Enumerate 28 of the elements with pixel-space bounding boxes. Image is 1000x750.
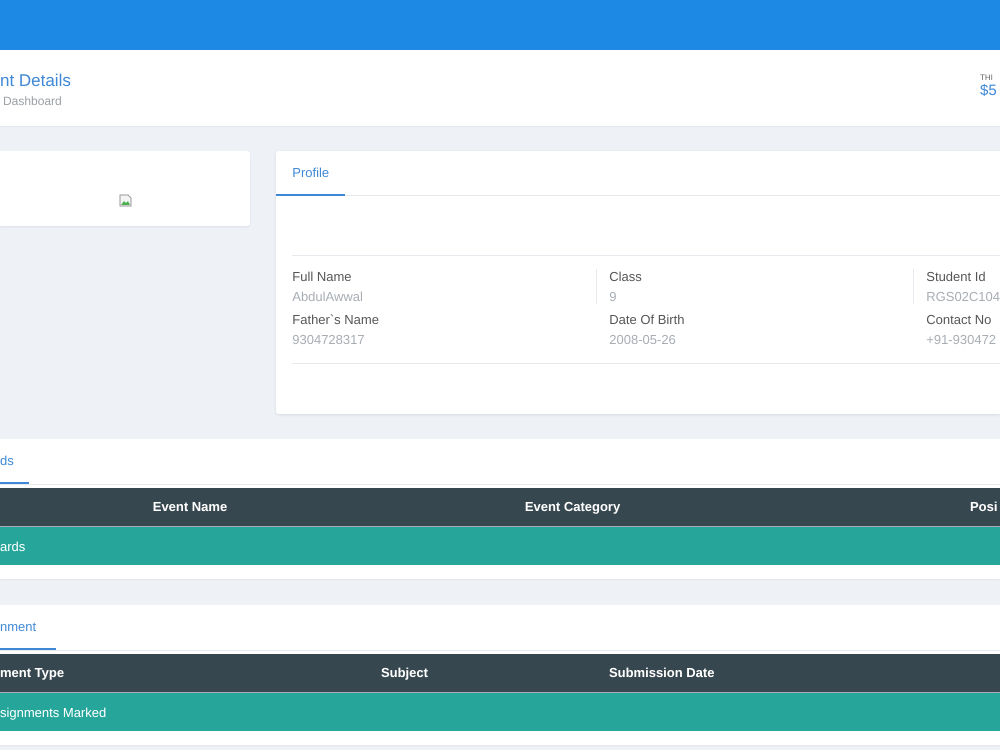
field-value: 9	[609, 289, 618, 304]
field-value: RGS02C104	[926, 289, 1000, 304]
field-label: Contact No	[926, 312, 992, 327]
field-value: AbdulAwwal	[292, 289, 364, 304]
stat-value: $5	[980, 82, 998, 99]
field-label: Full Name	[292, 269, 353, 284]
column-header: ment Type	[0, 664, 66, 682]
column-header: Event Category	[524, 498, 622, 516]
field-label: Father`s Name	[292, 312, 380, 327]
breadcrumb-link[interactable]: Dashboard	[0, 94, 71, 108]
column-header: Submission Date	[609, 664, 716, 682]
section-tab[interactable]: ds	[0, 439, 29, 484]
field-value: +91-930472	[926, 332, 998, 347]
empty-message: ards	[0, 538, 26, 554]
column-header: Posi	[970, 498, 998, 516]
section-tab[interactable]: nment	[0, 605, 56, 650]
field-label: Class	[609, 269, 643, 284]
column-header: Event Name	[152, 498, 228, 516]
broken-image-icon	[118, 194, 132, 207]
stat-label: THI	[980, 73, 994, 82]
field-label: Student Id	[926, 269, 987, 284]
field-label: Date Of Birth	[609, 312, 686, 327]
column-header: Subject	[381, 664, 429, 682]
empty-message: signments Marked	[0, 704, 106, 720]
page-title: nt Details	[0, 71, 71, 91]
field-value: 9304728317	[292, 332, 366, 347]
profile-tab[interactable]: Profile	[276, 151, 346, 196]
field-value: 2008-05-26	[609, 332, 677, 347]
